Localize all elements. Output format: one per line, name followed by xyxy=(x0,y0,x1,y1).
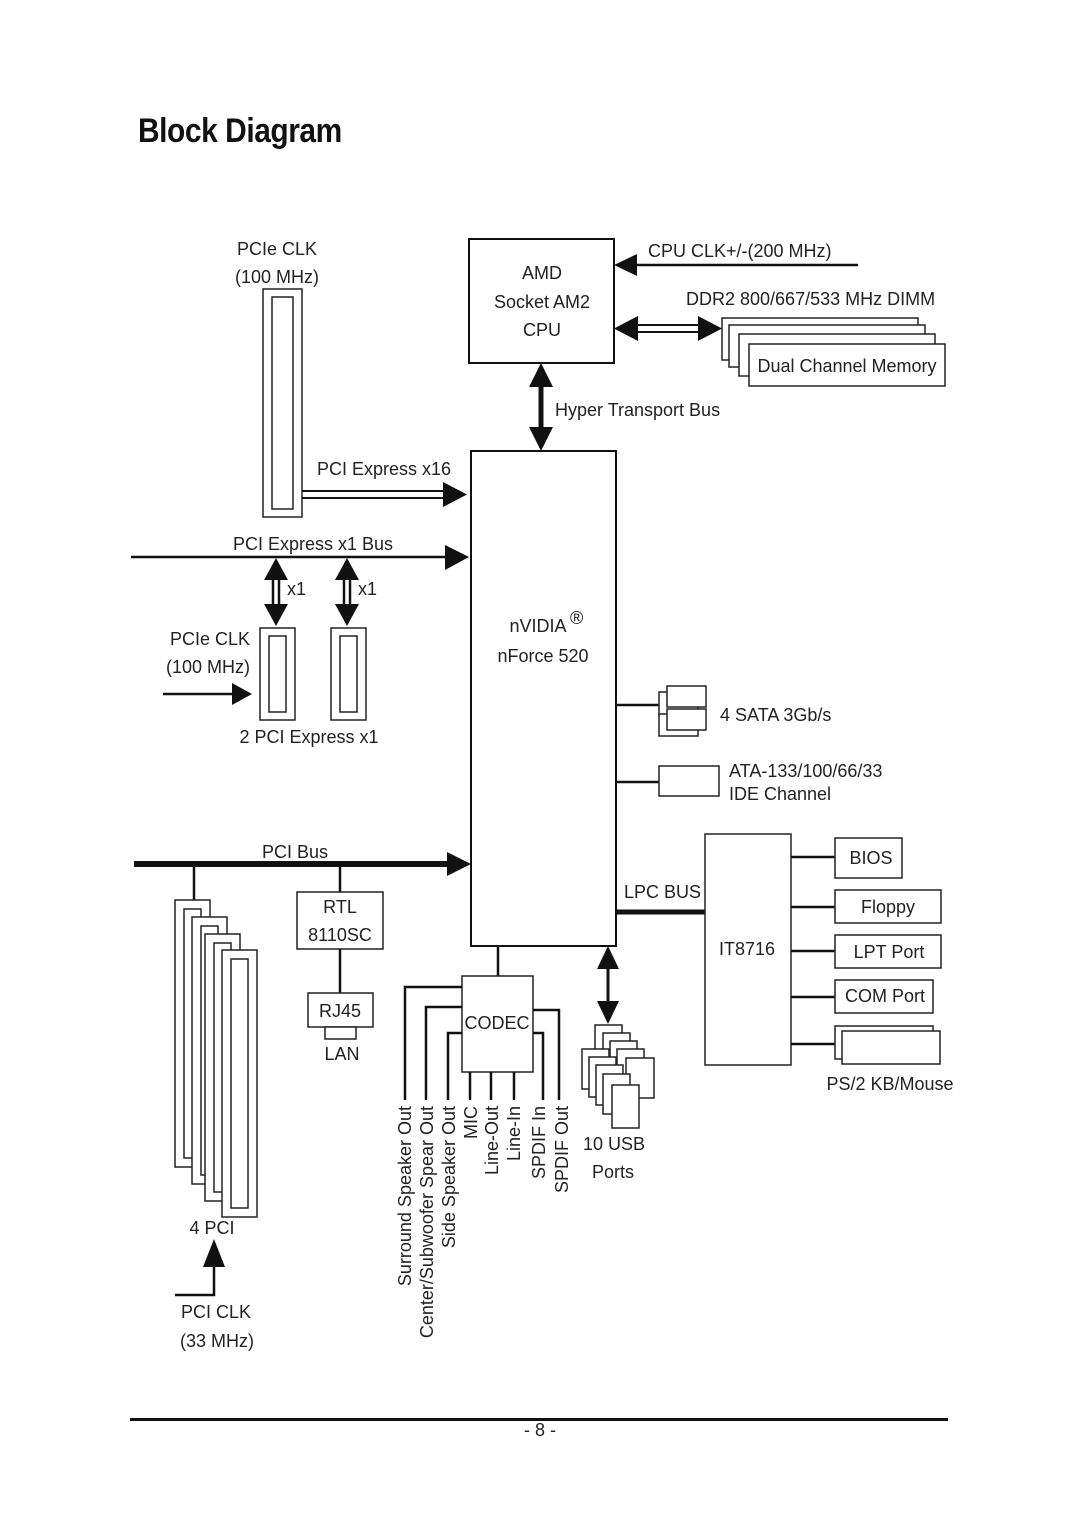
pci-clk-arrow-icon xyxy=(203,1239,225,1267)
usb-label-line2: Ports xyxy=(592,1162,634,1182)
lan-chip-line2: 8110SC xyxy=(308,925,372,945)
usb-arrow-up-icon xyxy=(597,946,619,969)
com-port-label: COM Port xyxy=(845,986,925,1006)
bios-label: BIOS xyxy=(849,848,892,868)
hyper-transport-bus: Hyper Transport Bus xyxy=(529,363,720,451)
memory-arrow-left-icon xyxy=(614,316,638,341)
audio-output-side: Side Speaker Out xyxy=(439,1106,459,1248)
ht-label: Hyper Transport Bus xyxy=(555,400,720,420)
sata-label: 4 SATA 3Gb/s xyxy=(720,705,831,725)
audio-output-line-in: Line-In xyxy=(504,1106,524,1161)
memory-dimm-label: DDR2 800/667/533 MHz DIMM xyxy=(686,289,935,309)
pcie-x1-lane2-label: x1 xyxy=(358,579,377,599)
pcie-x16-slot-inner xyxy=(271,296,294,510)
audio-output-line-out: Line-Out xyxy=(482,1106,502,1175)
superio-block: LPC BUS IT8716 BIOS Floppy LPT Port COM … xyxy=(616,833,954,1094)
memory-block: DDR2 800/667/533 MHz DIMM Dual Channel M… xyxy=(614,289,946,387)
pci-slots-label: 4 PCI xyxy=(189,1218,234,1238)
lan-label: LAN xyxy=(324,1044,359,1064)
pci-bus-label: PCI Bus xyxy=(262,842,328,862)
lpc-bus-label: LPC BUS xyxy=(624,882,701,902)
pci-bus-arrow-icon xyxy=(447,852,471,876)
audio-output-surround: Surround Speaker Out xyxy=(395,1106,415,1286)
codec-label: CODEC xyxy=(464,1013,529,1033)
ht-arrow-up-icon xyxy=(529,363,553,387)
memory-box-label: Dual Channel Memory xyxy=(757,356,936,376)
usb-block: 10 USB Ports xyxy=(581,946,655,1182)
pcie-x16: PCIe CLK (100 MHz) PCI Express x16 xyxy=(235,239,467,518)
lpt-port-label: LPT Port xyxy=(854,942,925,962)
pcie-x16-bus-label: PCI Express x16 xyxy=(317,459,451,479)
pcie-x1-clk-arrow-icon xyxy=(232,683,252,705)
pcie-x1-clk-line1: PCIe CLK xyxy=(170,629,250,649)
block-diagram: AMD Socket AM2 CPU CPU CLK+/-(200 MHz) D… xyxy=(131,238,954,1351)
audio-output-spdif-out: SPDIF Out xyxy=(552,1106,572,1193)
floppy-label: Floppy xyxy=(861,897,915,917)
ide-label-line2: IDE Channel xyxy=(729,784,831,804)
usb-label-line1: 10 USB xyxy=(583,1134,645,1154)
pcie-x1-slots-label: 2 PCI Express x1 xyxy=(239,727,378,747)
pcie-x1-slot-inner xyxy=(268,635,287,713)
pcie-x1-clk-line2: (100 MHz) xyxy=(166,657,250,677)
pcie-x1: PCI Express x1 Bus x1 x1 PCIe CLK (100 M… xyxy=(131,534,469,747)
pcie-x1-lane1-down-icon xyxy=(264,604,288,626)
pcie-x1-bus-label: PCI Express x1 Bus xyxy=(233,534,393,554)
pci-clk-line1: PCI CLK xyxy=(181,1302,251,1322)
chipset-brand: nVIDIA xyxy=(509,616,566,636)
pci-slot-inner xyxy=(230,958,249,1209)
it8716-label: IT8716 xyxy=(719,939,775,959)
cpu-clock-label: CPU CLK+/-(200 MHz) xyxy=(648,241,832,261)
pcie-x1-lane2-up-icon xyxy=(335,558,359,580)
rj45-tab xyxy=(324,1026,357,1040)
audio-output-spdif-in: SPDIF In xyxy=(529,1106,549,1179)
audio-output-mic: MIC xyxy=(461,1106,481,1139)
usb-port xyxy=(611,1084,640,1129)
sata-port xyxy=(666,685,707,708)
sata-port xyxy=(666,708,707,731)
ht-arrow-down-icon xyxy=(529,427,553,451)
ide-connector xyxy=(658,765,720,797)
lan-block: RTL 8110SC RJ45 LAN xyxy=(296,866,384,1064)
memory-arrow-right-icon xyxy=(698,316,722,341)
pci-clk-line2: (33 MHz) xyxy=(180,1331,254,1351)
lan-chip-line1: RTL xyxy=(323,897,357,917)
pcie-x1-lane1-up-icon xyxy=(264,558,288,580)
chipset-box xyxy=(470,450,617,947)
cpu-clock: CPU CLK+/-(200 MHz) xyxy=(614,241,858,276)
ps2-label: PS/2 KB/Mouse xyxy=(826,1074,953,1094)
chipset-model: nForce 520 xyxy=(497,646,588,666)
page-number: - 8 - xyxy=(523,1420,556,1440)
pcie-x16-arrow-icon xyxy=(443,482,467,507)
ide-label-line1: ATA-133/100/66/33 xyxy=(729,761,882,781)
ide-block: ATA-133/100/66/33 IDE Channel xyxy=(616,761,882,804)
audio-output-center-subwoofer: Center/Subwoofer Spear Out xyxy=(417,1106,437,1338)
cpu-label-line3: CPU xyxy=(523,320,561,340)
pcie-x16-clk-line1: PCIe CLK xyxy=(237,239,317,259)
rj45-label: RJ45 xyxy=(319,1001,361,1021)
cpu-clock-arrow-icon xyxy=(614,254,637,276)
cpu-label-line2: Socket AM2 xyxy=(494,292,590,312)
chipset-reg-mark: ® xyxy=(570,608,583,628)
chipset-block: nVIDIA ® nForce 520 xyxy=(470,450,617,947)
audio-block: CODEC Surround Speaker Out Center/Subwoo… xyxy=(395,946,572,1338)
cpu-block: AMD Socket AM2 CPU xyxy=(468,238,615,364)
pcie-x1-slot-inner xyxy=(339,635,358,713)
cpu-label-line1: AMD xyxy=(522,263,562,283)
sata-block: 4 SATA 3Gb/s xyxy=(616,685,831,737)
pcie-x1-bus-arrow-icon xyxy=(445,545,469,570)
pcie-x1-lane1-label: x1 xyxy=(287,579,306,599)
usb-arrow-down-icon xyxy=(597,1001,619,1024)
ps2-port xyxy=(841,1030,941,1065)
pcie-x1-lane2-down-icon xyxy=(335,604,359,626)
pcie-x16-clk-line2: (100 MHz) xyxy=(235,267,319,287)
